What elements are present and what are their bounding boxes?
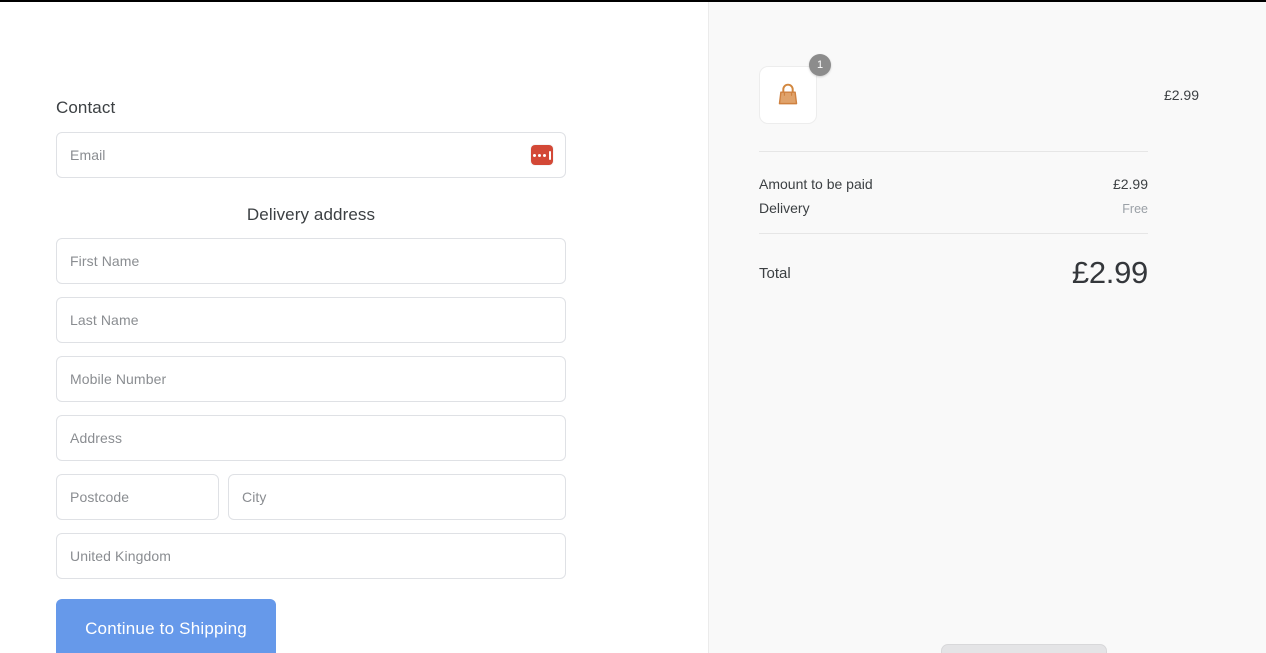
- continue-to-shipping-button[interactable]: Continue to Shipping: [56, 599, 276, 653]
- country-value: United Kingdom: [70, 548, 172, 564]
- last-name-placeholder: Last Name: [70, 312, 139, 328]
- city-placeholder: City: [242, 489, 267, 505]
- partially-visible-button[interactable]: [941, 644, 1107, 653]
- amount-to-be-paid-row: Amount to be paid £2.99: [759, 176, 1148, 192]
- postcode-placeholder: Postcode: [70, 489, 130, 505]
- delivery-label: Delivery: [759, 200, 810, 216]
- address-field[interactable]: Address: [56, 415, 566, 461]
- summary-divider-top: [759, 151, 1148, 152]
- delivery-value: Free: [1122, 202, 1148, 216]
- product-thumbnail: [759, 66, 817, 124]
- summary-divider-bottom: [759, 233, 1148, 234]
- lastpass-autofill-icon[interactable]: [531, 145, 553, 165]
- first-name-placeholder: First Name: [70, 253, 140, 269]
- cart-item-price: £2.99: [1163, 87, 1199, 103]
- mobile-number-field[interactable]: Mobile Number: [56, 356, 566, 402]
- total-row: Total £2.99: [759, 255, 1148, 295]
- amount-to-be-paid-label: Amount to be paid: [759, 176, 873, 192]
- cart-item-row: 1 £2.99: [759, 54, 1199, 124]
- cart-quantity-badge: 1: [809, 54, 831, 76]
- amount-to-be-paid-value: £2.99: [1112, 176, 1148, 192]
- total-value: £2.99: [1071, 255, 1148, 290]
- checkout-page: Contact Email Delivery address First Nam…: [0, 0, 1266, 653]
- postcode-field[interactable]: Postcode: [56, 474, 219, 520]
- delivery-address-heading: Delivery address: [246, 205, 376, 224]
- email-placeholder: Email: [70, 147, 106, 163]
- city-field[interactable]: City: [228, 474, 566, 520]
- last-name-field[interactable]: Last Name: [56, 297, 566, 343]
- order-summary-pane: 1 £2.99 Amount to be paid £2.99 Delivery…: [708, 2, 1266, 653]
- address-placeholder: Address: [70, 430, 123, 446]
- browser-top-bar: [0, 0, 1266, 2]
- contact-heading: Contact: [56, 98, 116, 117]
- country-select[interactable]: United Kingdom: [56, 533, 566, 579]
- first-name-field[interactable]: First Name: [56, 238, 566, 284]
- shopping-bag-icon: [778, 83, 798, 105]
- mobile-number-placeholder: Mobile Number: [70, 371, 167, 387]
- email-field[interactable]: Email: [56, 132, 566, 178]
- delivery-row: Delivery Free: [759, 200, 1148, 218]
- total-label: Total: [759, 265, 791, 282]
- checkout-form-pane: Contact Email Delivery address First Nam…: [0, 2, 708, 653]
